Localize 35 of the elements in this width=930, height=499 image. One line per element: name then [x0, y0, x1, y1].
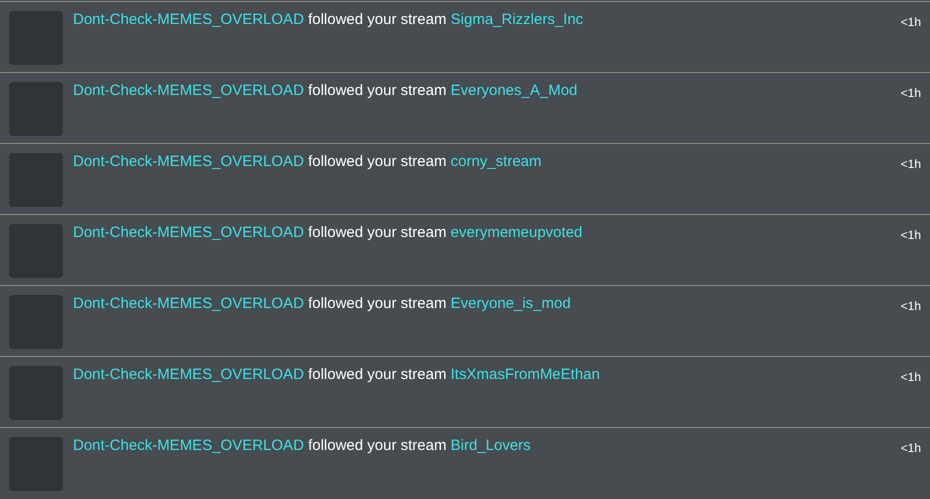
avatar	[9, 11, 63, 65]
user-link[interactable]: Dont-Check-MEMES_OVERLOAD	[73, 11, 304, 28]
user-link[interactable]: Dont-Check-MEMES_OVERLOAD	[73, 295, 304, 312]
stream-link[interactable]: Everyone_is_mod	[450, 295, 571, 312]
user-link[interactable]: Dont-Check-MEMES_OVERLOAD	[73, 366, 304, 383]
avatar	[9, 82, 63, 136]
notification-time: <1h	[900, 157, 921, 171]
notification-text: Dont-Check-MEMES_OVERLOAD followed your stream Everyone_is_mod	[73, 295, 572, 313]
avatar	[9, 437, 63, 491]
notification-text: Dont-Check-MEMES_OVERLOAD followed your stream ItsXmasFromMeEthan	[73, 366, 601, 384]
notification-text: Dont-Check-MEMES_OVERLOAD followed your stream Sigma_Rizzlers_Inc	[73, 11, 584, 29]
notification-time: <1h	[900, 228, 921, 242]
notification-time: <1h	[900, 370, 921, 384]
user-link[interactable]: Dont-Check-MEMES_OVERLOAD	[73, 153, 304, 170]
avatar	[9, 153, 63, 207]
notification-time: <1h	[900, 441, 921, 455]
user-link[interactable]: Dont-Check-MEMES_OVERLOAD	[73, 437, 304, 454]
stream-link[interactable]: corny_stream	[450, 153, 542, 170]
avatar	[9, 366, 63, 420]
user-link[interactable]: Dont-Check-MEMES_OVERLOAD	[73, 82, 304, 99]
notification-time: <1h	[900, 299, 921, 313]
notification-text: Dont-Check-MEMES_OVERLOAD followed your stream corny_stream	[73, 153, 543, 171]
stream-link[interactable]: Everyones_A_Mod	[450, 82, 578, 99]
avatar	[9, 295, 63, 349]
stream-link[interactable]: Bird_Lovers	[450, 437, 531, 454]
avatar	[9, 224, 63, 278]
notification-text: Dont-Check-MEMES_OVERLOAD followed your stream Bird_Lovers	[73, 437, 532, 455]
stream-link[interactable]: everymemeupvoted	[450, 224, 582, 241]
stream-link[interactable]: Sigma_Rizzlers_Inc	[450, 11, 584, 28]
notification-time: <1h	[900, 86, 921, 100]
notification-text: Dont-Check-MEMES_OVERLOAD followed your stream Everyones_A_Mod	[73, 82, 578, 100]
notification-text: Dont-Check-MEMES_OVERLOAD followed your stream everymemeupvoted	[73, 224, 584, 242]
user-link[interactable]: Dont-Check-MEMES_OVERLOAD	[73, 224, 304, 241]
stream-link[interactable]: ItsXmasFromMeEthan	[450, 366, 600, 383]
notification-time: <1h	[900, 15, 921, 29]
